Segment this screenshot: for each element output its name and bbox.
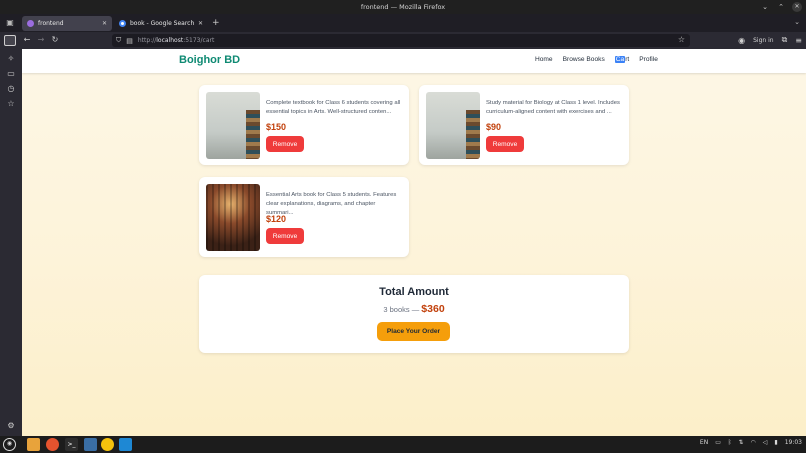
extensions-icon[interactable]: ⧉ — [782, 35, 788, 45]
window-controls: ⌄ ⌃ ✕ — [760, 2, 802, 12]
url-text[interactable]: http://localhost:5173/cart — [138, 37, 214, 44]
window-app-icon[interactable] — [84, 438, 97, 451]
book-description: Complete textbook for Class 6 students c… — [266, 100, 401, 115]
files-app-icon[interactable] — [27, 438, 40, 451]
tab-label: book - Google Search — [130, 20, 194, 27]
maximize-icon[interactable]: ⌃ — [776, 2, 786, 12]
list-all-tabs-icon[interactable]: ⌄ — [794, 18, 800, 26]
sidebar-toggle-icon[interactable] — [4, 35, 16, 46]
battery-icon[interactable]: ▮ — [774, 439, 777, 446]
site-navbar: Boighor BD Home Browse Books Cart Profil… — [22, 49, 806, 73]
shield-icon[interactable]: ⛉ — [116, 36, 121, 45]
browser-sidebar: ✧ ▭ ◷ ☆ ⚙ — [0, 49, 22, 436]
total-amount: $360 — [421, 303, 445, 315]
firefox-app-icon[interactable] — [46, 438, 59, 451]
url-prefix: http:// — [137, 37, 157, 44]
book-description: Study material for Biology at Class 1 le… — [486, 100, 620, 115]
book-price: $90 — [486, 122, 502, 132]
site-nav-links: Home Browse Books Cart Profile — [535, 56, 658, 63]
vscode-app-icon[interactable] — [119, 438, 132, 451]
cart-item-card: Complete textbook for Class 6 students c… — [199, 85, 409, 165]
start-menu-icon[interactable]: ◉ — [3, 438, 16, 451]
nav-home-link[interactable]: Home — [535, 56, 553, 63]
terminal-app-icon[interactable]: >_ — [65, 438, 78, 451]
nav-cart-link[interactable]: Cart — [614, 56, 630, 63]
tab-frontend[interactable]: frontend ✕ — [22, 16, 112, 31]
window-title: frontend — Mozilla Firefox — [360, 3, 446, 11]
nav-browse-link[interactable]: Browse Books — [563, 56, 605, 63]
nav-toolbar: ← → ↻ ⛉ ▤ http://localhost:5173/cart ☆ ◉… — [0, 32, 806, 49]
page-viewport: Boighor BD Home Browse Books Cart Profil… — [22, 49, 806, 436]
language-indicator[interactable]: EN — [700, 439, 708, 446]
reload-icon[interactable]: ↻ — [48, 35, 62, 44]
sidebar-settings-gear-icon[interactable]: ⚙ — [5, 421, 17, 431]
nav-profile-link[interactable]: Profile — [639, 56, 658, 63]
book-price: $120 — [266, 214, 287, 224]
site-logo[interactable]: Boighor BD — [179, 54, 240, 66]
place-order-button[interactable]: Place Your Order — [377, 322, 450, 341]
menu-icon[interactable]: ≡ — [795, 36, 802, 45]
tab-label: frontend — [38, 20, 64, 27]
bluetooth-icon[interactable]: ᛒ — [728, 439, 732, 446]
url-bar[interactable]: ⛉ ▤ http://localhost:5173/cart ☆ — [112, 34, 690, 47]
wifi-icon[interactable]: ◠ — [751, 439, 756, 446]
total-line: 3 books — $360 — [199, 303, 629, 315]
remove-button[interactable]: Remove — [266, 136, 304, 152]
new-tab-icon[interactable]: + — [212, 18, 220, 28]
ai-chatbot-icon[interactable]: ✧ — [5, 54, 17, 64]
os-taskbar: ◉ >_ EN ▭ ᛒ ⇅ ◠ ◁ ▮ 19:03 — [0, 436, 806, 453]
close-window-icon[interactable]: ✕ — [792, 2, 802, 12]
cart-link-highlight: Ca — [614, 56, 626, 63]
book-price: $150 — [266, 122, 287, 132]
synced-tabs-icon[interactable]: ▭ — [5, 69, 17, 79]
book-cover-image — [426, 92, 480, 159]
window-titlebar: frontend — Mozilla Firefox ⌄ ⌃ ✕ — [0, 0, 806, 14]
book-cover-image — [206, 92, 260, 159]
minimize-icon[interactable]: ⌄ — [760, 2, 770, 12]
bookmarks-icon[interactable]: ☆ — [5, 99, 17, 109]
tab-list-icon[interactable]: ▣ — [4, 17, 16, 29]
signin-button[interactable]: Sign in — [753, 37, 773, 44]
chrome-app-icon[interactable] — [101, 438, 114, 451]
display-icon[interactable]: ▭ — [715, 439, 721, 446]
page-info-icon[interactable]: ▤ — [126, 37, 133, 45]
history-icon[interactable]: ◷ — [5, 84, 17, 94]
vite-favicon-icon — [27, 20, 34, 27]
clock[interactable]: 19:03 — [785, 439, 802, 446]
book-description: Essential Arts book for Class 5 students… — [266, 192, 397, 216]
volume-icon[interactable]: ◁ — [763, 439, 768, 446]
remove-button[interactable]: Remove — [486, 136, 524, 152]
system-tray: EN ▭ ᛒ ⇅ ◠ ◁ ▮ 19:03 — [700, 439, 802, 446]
account-icon[interactable]: ◉ — [738, 36, 745, 45]
url-host: localhost — [156, 37, 184, 44]
close-tab-icon[interactable]: ✕ — [102, 20, 107, 27]
book-cover-image — [206, 184, 260, 251]
tab-google-search[interactable]: book - Google Search ✕ — [114, 16, 208, 31]
forward-icon[interactable]: → — [34, 35, 48, 44]
cart-link-rest: rt — [625, 56, 630, 63]
url-path: :5173/cart — [183, 37, 215, 44]
books-count: 3 books — — [383, 305, 420, 314]
network-icon[interactable]: ⇅ — [738, 439, 743, 446]
tab-strip: ▣ frontend ✕ book - Google Search ✕ + ⌄ — [0, 14, 806, 32]
toolbar-right: ◉ Sign in ⧉ ≡ — [738, 35, 802, 45]
remove-button[interactable]: Remove — [266, 228, 304, 244]
bookmark-star-icon[interactable]: ☆ — [678, 35, 685, 44]
close-tab-icon[interactable]: ✕ — [198, 20, 203, 27]
cart-item-card: Essential Arts book for Class 5 students… — [199, 177, 409, 257]
total-title: Total Amount — [379, 286, 449, 298]
cart-item-card: Study material for Biology at Class 1 le… — [419, 85, 629, 165]
back-icon[interactable]: ← — [20, 35, 34, 44]
google-favicon-icon — [119, 20, 126, 27]
order-summary-card: Total Amount 3 books — $360 Place Your O… — [199, 275, 629, 353]
